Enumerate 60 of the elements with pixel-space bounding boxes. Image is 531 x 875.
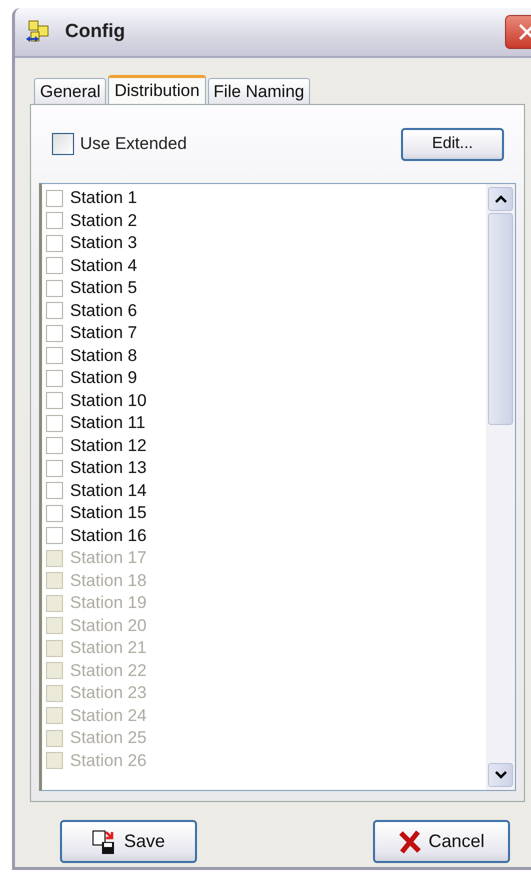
checkbox[interactable]: [46, 392, 63, 410]
save-button[interactable]: Save: [60, 820, 197, 863]
station-label: Station 12: [70, 436, 147, 456]
checkbox[interactable]: [46, 302, 63, 320]
station-label: Station 6: [70, 300, 138, 321]
cancel-x-icon: [398, 830, 422, 854]
station-label: Station 15: [70, 503, 147, 524]
station-label: Station 16: [70, 526, 147, 546]
station-label: Station 20: [70, 616, 147, 636]
checkbox[interactable]: [46, 190, 63, 207]
station-label: Station 25: [70, 728, 147, 748]
chevron-up-icon: [494, 195, 506, 203]
station-label: Station 26: [70, 750, 147, 771]
station-label: Station 11: [70, 413, 146, 434]
checkbox[interactable]: [46, 504, 63, 522]
close-icon: [517, 22, 531, 42]
chevron-down-icon: [494, 771, 506, 779]
app-icon: [25, 19, 51, 45]
window-title: Config: [65, 21, 126, 43]
checkbox[interactable]: [46, 460, 63, 477]
checkbox[interactable]: [46, 370, 63, 387]
checkbox[interactable]: [46, 324, 63, 342]
checkbox[interactable]: [46, 257, 63, 274]
station-label: Station 5: [70, 278, 138, 298]
station-label: Station 2: [70, 210, 138, 231]
checkbox[interactable]: [46, 212, 63, 230]
checkbox[interactable]: [46, 527, 63, 544]
station-label: Station 1: [70, 188, 138, 208]
station-label: Station 9: [70, 368, 138, 388]
station-label: Station 17: [70, 548, 147, 568]
tab[interactable]: File Naming: [208, 78, 310, 104]
station-label: Station 13: [70, 458, 147, 478]
station-label: Station 14: [70, 480, 147, 501]
tab[interactable]: Distribution: [108, 75, 206, 104]
checkbox[interactable]: [46, 280, 63, 297]
station-label: Station 10: [70, 390, 147, 411]
station-label: Station 4: [70, 256, 138, 276]
station-label: Station 8: [70, 346, 138, 366]
checkbox[interactable]: [46, 437, 63, 454]
checkbox-label: Use Extended: [80, 134, 187, 154]
scroll-thumb[interactable]: [488, 213, 513, 425]
scroll-up-button[interactable]: [488, 187, 513, 211]
scrollbar[interactable]: [486, 184, 515, 790]
checkbox[interactable]: [46, 414, 63, 432]
checkbox[interactable]: [46, 482, 63, 500]
scroll-down-button[interactable]: [488, 763, 513, 787]
station-label: Station 22: [70, 660, 147, 681]
edit-button[interactable]: Edit...: [401, 128, 504, 160]
checkbox[interactable]: [46, 347, 63, 364]
checkbox[interactable]: [52, 133, 74, 155]
station-label: Station 7: [70, 323, 138, 344]
checkbox[interactable]: [46, 234, 63, 252]
tab[interactable]: General: [34, 78, 106, 104]
station-label: Station 23: [70, 683, 147, 704]
station-label: Station 3: [70, 233, 138, 254]
station-label: Station 19: [70, 593, 147, 614]
station-label: Station 21: [70, 638, 147, 658]
station-label: Station 24: [70, 706, 147, 726]
station-label: Station 18: [70, 570, 147, 591]
cancel-button[interactable]: Cancel: [373, 820, 510, 863]
